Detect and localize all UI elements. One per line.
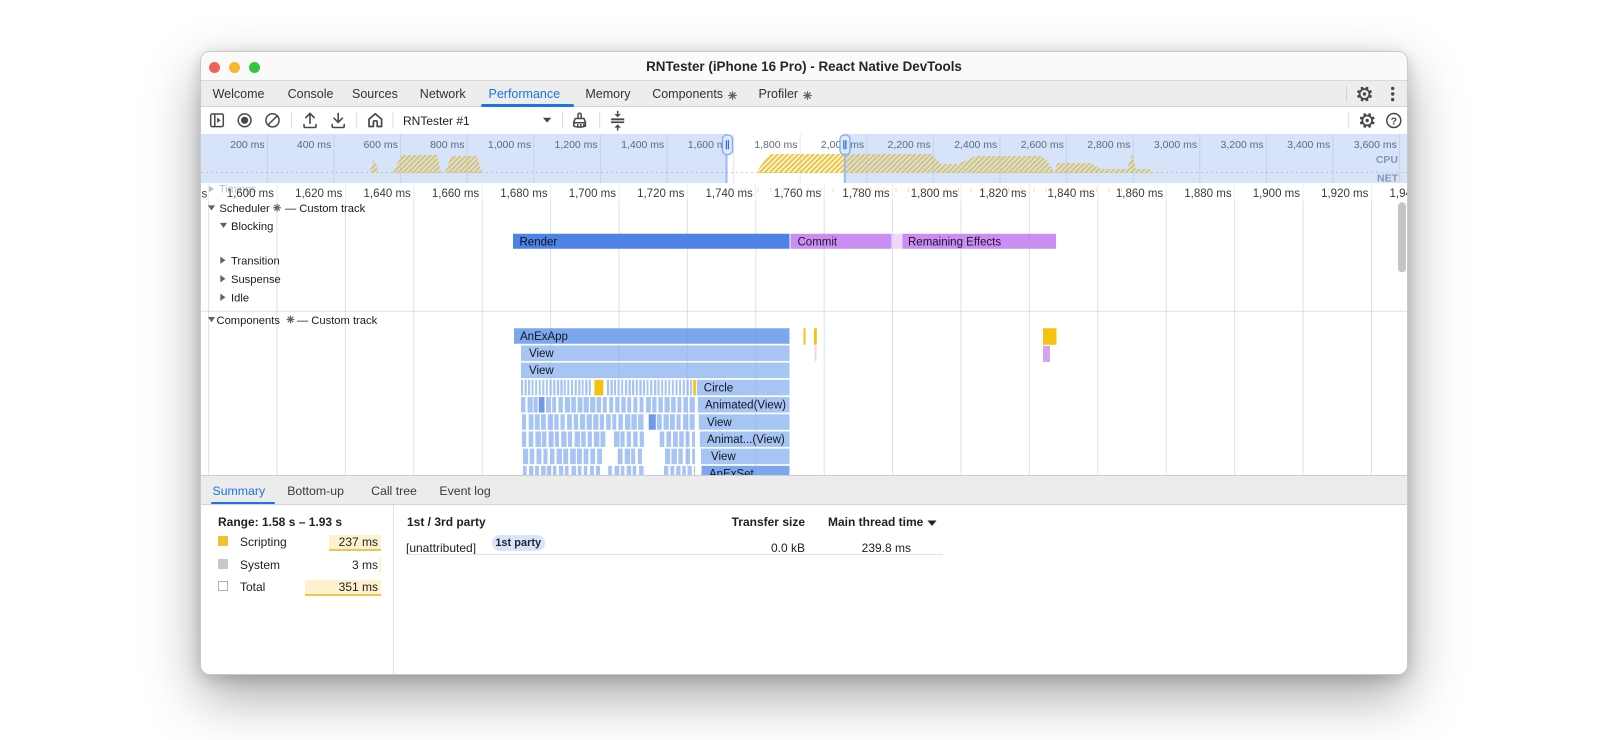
svg-text:Idle: Idle <box>231 292 249 304</box>
svg-text:1,640 ms: 1,640 ms <box>363 188 411 200</box>
svg-text:1,760 ms: 1,760 ms <box>774 188 822 200</box>
svg-text:1,860 ms: 1,860 ms <box>1116 188 1164 200</box>
svg-text:2,400 ms: 2,400 ms <box>954 139 997 151</box>
svg-text:Blocking: Blocking <box>231 221 273 233</box>
svg-text:1,000 ms: 1,000 ms <box>488 139 531 151</box>
svg-text:1,600 ms: 1,600 ms <box>227 188 275 200</box>
svg-text:1,700 ms: 1,700 ms <box>569 188 617 200</box>
svg-text:1,680 ms: 1,680 ms <box>500 188 548 200</box>
svg-text:NET: NET <box>1377 173 1399 184</box>
svg-text:— Custom track: — Custom track <box>285 203 366 215</box>
svg-text:3,000 ms: 3,000 ms <box>1154 139 1197 151</box>
svg-text:1,820 ms: 1,820 ms <box>979 188 1027 200</box>
svg-text:400 ms: 400 ms <box>297 139 331 151</box>
svg-text:View: View <box>711 451 736 463</box>
svg-text:800 ms: 800 ms <box>430 139 464 151</box>
svg-text:Components: Components <box>217 315 281 327</box>
svg-text:1,200 ms: 1,200 ms <box>554 139 597 151</box>
svg-text:1,660 ms: 1,660 ms <box>432 188 480 200</box>
svg-text:2,600 ms: 2,600 ms <box>1021 139 1064 151</box>
svg-text:?: ? <box>1391 115 1397 127</box>
svg-text:Animat...(View): Animat...(View) <box>707 434 785 446</box>
svg-text:1,620 ms: 1,620 ms <box>295 188 343 200</box>
svg-text:View: View <box>707 417 732 429</box>
svg-text:Animated(View): Animated(View) <box>705 400 786 412</box>
svg-text:Render: Render <box>520 236 558 248</box>
svg-text:1,400 ms: 1,400 ms <box>621 139 664 151</box>
svg-text:1,880 ms: 1,880 ms <box>1184 188 1232 200</box>
svg-text:3,400 ms: 3,400 ms <box>1287 139 1330 151</box>
svg-text:1,740 ms: 1,740 ms <box>705 188 753 200</box>
svg-text:Circle: Circle <box>704 382 733 394</box>
svg-text:2,800 ms: 2,800 ms <box>1087 139 1130 151</box>
svg-text:1,900 ms: 1,900 ms <box>1253 188 1301 200</box>
svg-text:CPU: CPU <box>1376 154 1398 166</box>
svg-text:Suspense: Suspense <box>231 274 281 286</box>
svg-text:2,200 ms: 2,200 ms <box>887 139 930 151</box>
svg-text:1,940 ms: 1,940 ms <box>1389 188 1408 200</box>
svg-text:1,780 ms: 1,780 ms <box>842 188 890 200</box>
svg-text:Scheduler: Scheduler <box>219 203 270 215</box>
svg-text:1,720 ms: 1,720 ms <box>637 188 685 200</box>
svg-text:200 ms: 200 ms <box>230 139 264 151</box>
svg-text:Transition: Transition <box>231 255 280 267</box>
svg-text:Commit: Commit <box>798 236 838 248</box>
svg-text:1,800 ms: 1,800 ms <box>754 139 797 151</box>
svg-text:1,920 ms: 1,920 ms <box>1321 188 1369 200</box>
svg-text:1,800 ms: 1,800 ms <box>911 188 959 200</box>
svg-text:3,600 ms: 3,600 ms <box>1354 139 1397 151</box>
svg-text:— Custom track: — Custom track <box>297 315 378 327</box>
svg-text:Remaining Effects: Remaining Effects <box>908 236 1001 248</box>
svg-text:1,840 ms: 1,840 ms <box>1047 188 1095 200</box>
svg-text:3,200 ms: 3,200 ms <box>1220 139 1263 151</box>
svg-text:600 ms: 600 ms <box>363 139 397 151</box>
svg-text:AnExApp: AnExApp <box>520 331 568 343</box>
svg-text:s: s <box>202 188 208 200</box>
